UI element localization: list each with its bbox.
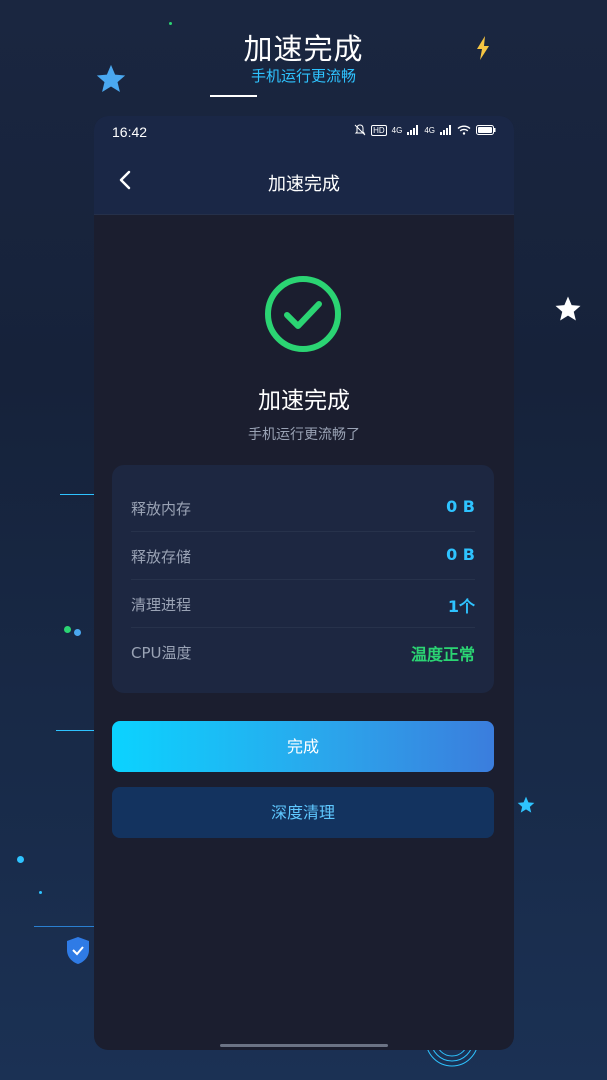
- promo-title: 加速完成: [243, 32, 364, 66]
- status-icons: HD 4G 4G: [354, 124, 496, 136]
- result-subtitle: 手机运行更流畅了: [248, 427, 360, 443]
- stat-value: 温度正常: [410, 645, 475, 664]
- promo-subtitle: 手机运行更流畅: [250, 67, 356, 85]
- signal-icon: [407, 125, 419, 135]
- hd-badge: HD: [371, 124, 387, 136]
- deco-dot: [17, 856, 24, 863]
- check-circle-icon: [265, 276, 341, 352]
- lightning-icon: [477, 36, 489, 60]
- home-indicator[interactable]: [220, 1044, 388, 1047]
- star-icon: [517, 796, 535, 813]
- shield-icon: [67, 937, 89, 964]
- stat-label: 释放内存: [131, 500, 192, 518]
- nav-bar: 加速完成: [94, 148, 514, 215]
- stat-value: 1个: [447, 597, 475, 616]
- stat-row-storage: 释放存储 0 B: [131, 531, 475, 580]
- status-bar: 16:42 HD 4G 4G: [94, 116, 514, 148]
- deco-dot: [64, 626, 71, 633]
- result-title: 加速完成: [258, 388, 350, 414]
- deco-line: [34, 926, 94, 927]
- deco-dot: [74, 629, 81, 636]
- deco-line: [60, 494, 94, 495]
- stats-card: 释放内存 0 B 释放存储 0 B 清理进程 1个 CPU温度 温度正常: [112, 465, 494, 693]
- star-icon: [555, 296, 581, 321]
- signal-icon: [440, 125, 451, 135]
- stat-value: 0 B: [446, 545, 475, 564]
- network-label: 4G: [424, 125, 435, 135]
- wifi-icon: [457, 125, 471, 135]
- deco-dot: [169, 22, 172, 25]
- star-icon: [96, 64, 126, 93]
- mute-bell-icon: [354, 124, 366, 136]
- stat-value: 0 B: [446, 497, 475, 516]
- deco-line: [56, 730, 94, 731]
- stat-row-memory: 释放内存 0 B: [131, 483, 475, 532]
- phone-screen: 16:42 HD 4G 4G 加速完成 加速完成 手机运行更流畅了 释放内存 0…: [94, 116, 514, 1050]
- stat-label: 释放存储: [131, 548, 192, 566]
- network-label: 4G: [391, 125, 403, 135]
- stat-label: 清理进程: [131, 596, 192, 614]
- status-time: 16:42: [112, 124, 148, 140]
- deco-dot: [39, 891, 42, 894]
- stat-label: CPU温度: [131, 644, 192, 662]
- done-button[interactable]: 完成: [112, 721, 494, 772]
- page-title: 加速完成: [268, 174, 340, 195]
- stat-row-process: 清理进程 1个: [131, 579, 475, 628]
- stat-row-cpu: CPU温度 温度正常: [131, 627, 475, 675]
- promo-underline: [210, 95, 257, 97]
- battery-icon: [476, 125, 496, 135]
- deep-clean-button[interactable]: 深度清理: [112, 787, 494, 838]
